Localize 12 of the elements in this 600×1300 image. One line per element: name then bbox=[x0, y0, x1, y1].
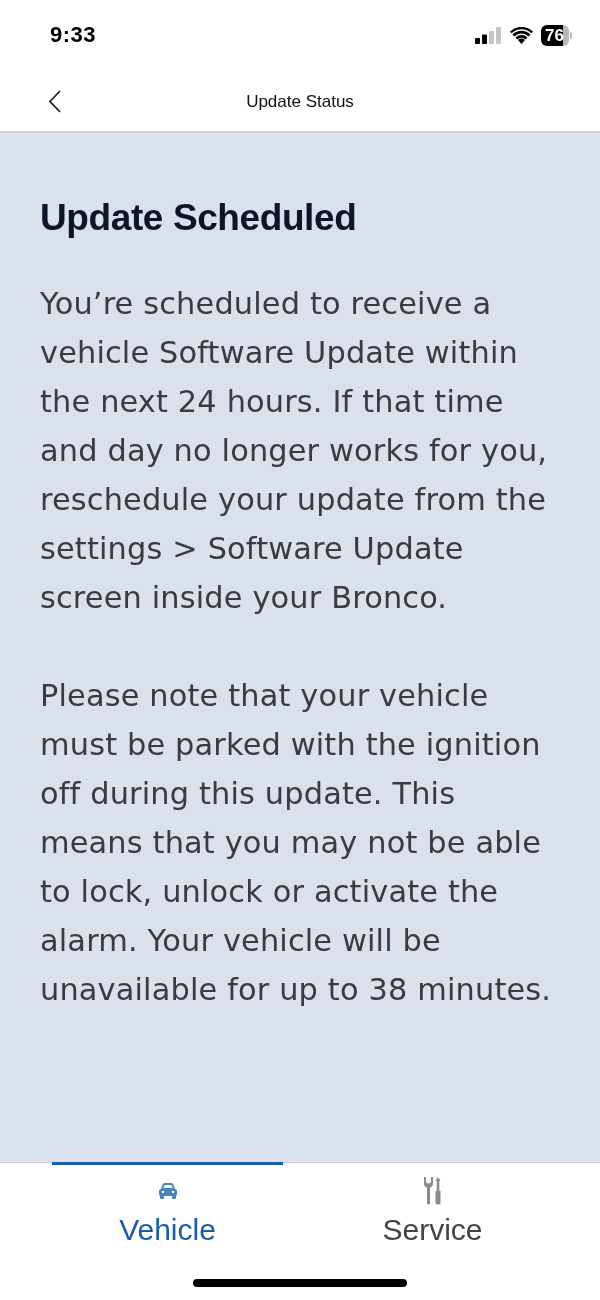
body-paragraph: Please note that your vehicle must be parked with the ignition off during this update. This means that you may not be able to lock, unlock or activate the alarm. Your vehicle will be unavailable for up to 38 minutes. bbox=[40, 677, 553, 1009]
status-time: 9:33 bbox=[50, 22, 97, 48]
chevron-left-icon bbox=[48, 90, 61, 113]
wifi-icon bbox=[510, 26, 534, 44]
signal-icon bbox=[475, 26, 503, 44]
body-paragraph: You’re scheduled to receive a vehicle Software Update within the next 24 hours. If that time and day no longer works for you, reschedule your update from the settings > Software Update screen inside your Bronco. bbox=[40, 285, 549, 617]
car-icon bbox=[157, 1183, 178, 1199]
nav-tab[interactable]: Vehicle bbox=[52, 1162, 283, 1257]
nav-tab[interactable]: Service bbox=[317, 1162, 548, 1257]
wrench-screwdriver-icon bbox=[422, 1177, 443, 1205]
page-title: Update Status bbox=[246, 91, 354, 112]
section-heading: Update Scheduled bbox=[40, 196, 358, 240]
